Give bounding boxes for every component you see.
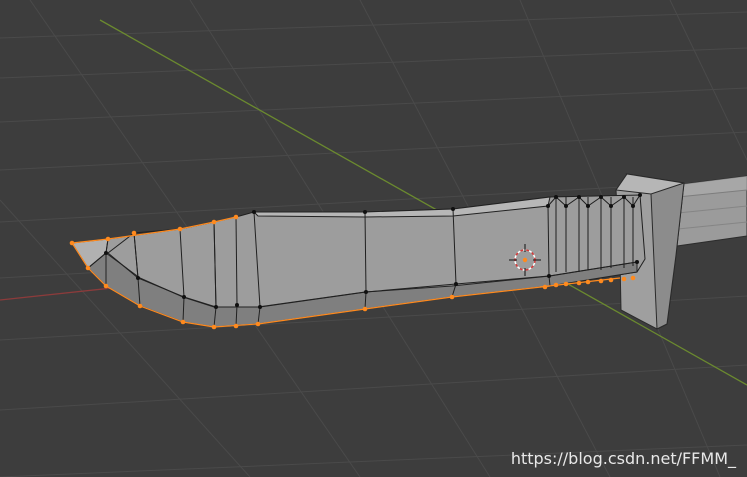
3d-viewport[interactable]: https://blog.csdn.net/FFMM_: [0, 0, 747, 477]
viewport-canvas[interactable]: [0, 0, 747, 477]
watermark-text: https://blog.csdn.net/FFMM_: [510, 449, 736, 468]
